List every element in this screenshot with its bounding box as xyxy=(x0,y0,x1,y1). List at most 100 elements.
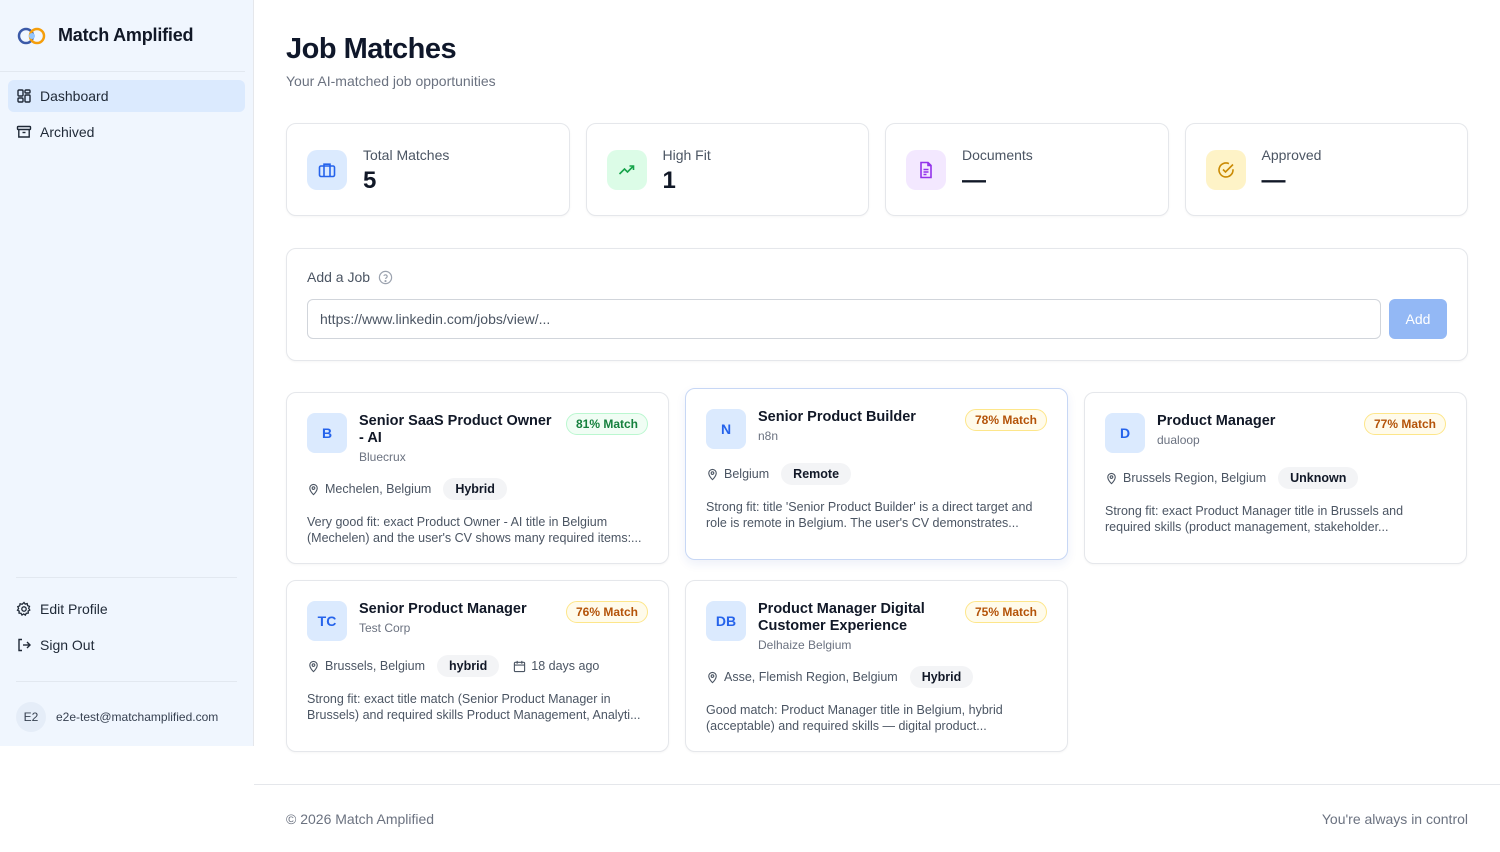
add-job-heading: Add a Job xyxy=(307,269,371,285)
nav-item-dashboard[interactable]: Dashboard xyxy=(8,80,245,112)
stat-label: High Fit xyxy=(662,146,711,163)
work-mode-tag: Remote xyxy=(781,463,852,485)
user-info[interactable]: E2 e2e-test@matchamplified.com xyxy=(16,681,237,732)
map-pin-icon xyxy=(708,671,717,683)
work-mode-tag: Hybrid xyxy=(443,478,507,500)
stat-card-documents: Documents — xyxy=(885,123,1169,216)
job-summary: Strong fit: exact title match (Senior Pr… xyxy=(307,692,641,722)
account-nav: Edit Profile Sign Out xyxy=(0,578,253,673)
map-pin-icon xyxy=(309,483,318,495)
job-meta: Asse, Flemish Region, Belgium Hybrid xyxy=(706,666,1047,688)
job-summary: Good match: Product Manager title in Bel… xyxy=(706,703,1003,733)
stat-value: — xyxy=(962,166,986,194)
match-badge: 75% Match xyxy=(964,601,1047,623)
archive-icon xyxy=(16,125,32,138)
stat-icon-wrap xyxy=(1205,149,1246,190)
company-avatar: DB xyxy=(706,601,746,641)
posted-date: 18 days ago xyxy=(513,659,599,673)
company-avatar: D xyxy=(1105,413,1145,453)
company-name: n8n xyxy=(758,429,779,443)
sidebar-bottom: Edit Profile Sign Out E2 e2e-test@matcha… xyxy=(0,577,253,732)
job-meta: Belgium Remote xyxy=(706,463,1047,485)
brand-logo-icon xyxy=(17,27,46,44)
work-mode-tag: Unknown xyxy=(1278,467,1359,489)
company-avatar: TC xyxy=(307,601,347,641)
company-name: dualoop xyxy=(1157,433,1200,447)
job-title: Product Manager xyxy=(1157,413,1276,429)
match-badge: 77% Match xyxy=(1363,413,1446,435)
document-icon xyxy=(920,161,932,178)
footer: © 2026 Match Amplified You're always in … xyxy=(254,784,1500,852)
grid-icon xyxy=(17,89,31,103)
stat-icon-wrap xyxy=(307,149,347,190)
stat-value: 1 xyxy=(662,166,676,194)
work-mode-tag: Hybrid xyxy=(909,666,974,688)
job-card[interactable]: TC Senior Product Manager Test Corp 76% … xyxy=(286,580,669,752)
stats-row: Total Matches 5 High Fit 1 Documents — A… xyxy=(286,123,1468,216)
posted-date-text: 18 days ago xyxy=(531,659,600,673)
job-meta: Brussels Region, Belgium Unknown xyxy=(1105,467,1446,489)
brand[interactable]: Match Amplified xyxy=(0,0,245,72)
nav-item-sign-out[interactable]: Sign Out xyxy=(8,629,245,661)
job-summary: Strong fit: exact Product Manager title … xyxy=(1105,504,1404,534)
job-summary: Strong fit: title 'Senior Product Builde… xyxy=(706,500,1033,530)
company-name: Test Corp xyxy=(359,621,411,635)
match-badge: 81% Match xyxy=(565,413,648,435)
add-job-button[interactable]: Add xyxy=(1389,299,1447,339)
briefcase-icon xyxy=(318,162,336,177)
stat-label: Documents xyxy=(962,146,1033,163)
match-badge: 78% Match xyxy=(964,409,1047,431)
job-title: Product Manager Digital Customer Experie… xyxy=(758,601,925,634)
nav-item-label: Archived xyxy=(40,124,95,140)
match-badge: 76% Match xyxy=(565,601,648,623)
stat-card-high-fit: High Fit 1 xyxy=(585,123,869,216)
job-location: Brussels Region, Belgium xyxy=(1123,471,1267,485)
page-subtitle: Your AI-matched job opportunities xyxy=(286,73,496,89)
map-pin-icon xyxy=(309,660,318,672)
map-pin-icon xyxy=(1107,472,1116,484)
map-pin-icon xyxy=(708,468,717,480)
nav-item-edit-profile[interactable]: Edit Profile xyxy=(8,593,245,625)
job-summary: Very good fit: exact Product Owner - AI … xyxy=(307,515,642,545)
job-card[interactable]: DB Product Manager Digital Customer Expe… xyxy=(685,580,1068,752)
trending-up-icon xyxy=(618,164,634,175)
job-meta: Brussels, Belgium hybrid 18 days ago xyxy=(307,655,648,677)
company-name: Delhaize Belgium xyxy=(758,638,852,652)
main-nav: Dashboard Archived xyxy=(0,72,253,160)
user-email: e2e-test@matchamplified.com xyxy=(56,710,219,724)
job-card[interactable]: D Product Manager dualoop 77% Match Brus… xyxy=(1084,392,1467,564)
stat-label: Total Matches xyxy=(363,146,450,163)
stat-label: Approved xyxy=(1261,146,1322,163)
job-location: Belgium xyxy=(724,467,770,481)
page-title: Job Matches xyxy=(286,33,457,65)
nav-item-label: Edit Profile xyxy=(40,601,108,617)
job-location: Brussels, Belgium xyxy=(325,659,426,673)
sign-out-icon xyxy=(18,638,31,652)
avatar: E2 xyxy=(16,702,46,732)
footer-copyright: © 2026 Match Amplified xyxy=(286,811,435,827)
job-url-input[interactable] xyxy=(307,299,1381,339)
help-icon[interactable] xyxy=(378,270,393,285)
nav-item-archived[interactable]: Archived xyxy=(8,116,245,148)
add-job-title: Add a Job xyxy=(307,269,1447,285)
job-title: Senior Product Manager xyxy=(359,601,527,617)
stat-card-total-matches: Total Matches 5 xyxy=(286,123,570,216)
add-job-row: Add xyxy=(307,299,1447,339)
footer-tagline: You're always in control xyxy=(1321,811,1468,827)
job-card[interactable]: B Senior SaaS Product Owner - AI Bluecru… xyxy=(286,392,669,564)
brand-name: Match Amplified xyxy=(58,25,194,45)
job-location: Mechelen, Belgium xyxy=(325,482,432,496)
work-mode-tag: hybrid xyxy=(437,655,500,677)
job-card[interactable]: N Senior Product Builder n8n 78% Match B… xyxy=(685,388,1068,560)
stat-value: — xyxy=(1261,166,1286,194)
job-cards-grid: B Senior SaaS Product Owner - AI Bluecru… xyxy=(286,388,1468,752)
job-location: Asse, Flemish Region, Belgium xyxy=(724,670,898,684)
company-avatar: B xyxy=(307,413,347,453)
job-title: Senior SaaS Product Owner - AI xyxy=(359,413,552,446)
sidebar: Match Amplified Dashboard Archived Edit … xyxy=(0,0,254,746)
calendar-icon xyxy=(514,660,526,672)
stat-icon-wrap xyxy=(606,149,647,190)
company-avatar: N xyxy=(706,409,746,449)
nav-item-label: Dashboard xyxy=(40,88,109,104)
job-meta: Mechelen, Belgium Hybrid xyxy=(307,478,648,500)
